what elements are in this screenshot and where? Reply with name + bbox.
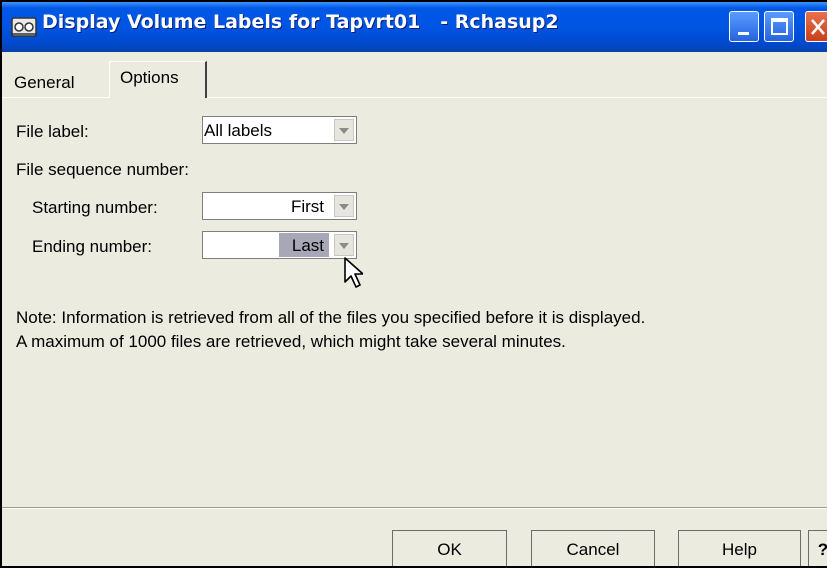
dialog-window: Display Volume Labels for Tapvrt01 - Rch… [0,0,827,568]
file-label-value: All labels [204,121,273,140]
mouse-pointer-icon [344,257,363,288]
chevron-down-icon[interactable] [334,234,354,256]
close-button[interactable] [805,11,827,42]
tab-general[interactable]: General [14,73,74,93]
title-bar[interactable]: Display Volume Labels for Tapvrt01 - Rch… [2,2,827,52]
chevron-down-icon[interactable] [334,119,354,141]
ending-number-label: Ending number: [32,237,153,256]
help-button[interactable]: Help [678,530,801,566]
maximize-button[interactable] [764,11,794,42]
note-text-line2: A maximum of 1000 files are retrieved, w… [16,332,566,351]
starting-number-label: Starting number: [32,198,158,217]
tab-options-label[interactable]: Options [120,68,179,88]
tape-drive-icon [10,14,38,40]
chevron-down-icon[interactable] [334,195,354,217]
whats-this-button[interactable]: ? [808,530,827,566]
file-sequence-heading: File sequence number: [16,160,189,179]
maximize-icon [771,18,788,35]
starting-number-value: First [290,197,324,216]
minimize-icon [738,32,749,35]
file-label-dropdown[interactable]: All labels [202,116,357,144]
ok-button[interactable]: OK [392,530,507,566]
note-text-line1: Note: Information is retrieved from all … [16,308,646,327]
file-label-label: File label: [16,122,89,141]
window-title: Display Volume Labels for Tapvrt01 - Rch… [42,11,559,33]
ending-number-value: Last [291,236,324,255]
cancel-button[interactable]: Cancel [531,530,655,566]
minimize-button[interactable] [729,11,759,42]
starting-number-dropdown[interactable]: First [202,192,357,220]
ending-number-dropdown[interactable]: Last [202,231,357,259]
close-icon [811,19,825,35]
